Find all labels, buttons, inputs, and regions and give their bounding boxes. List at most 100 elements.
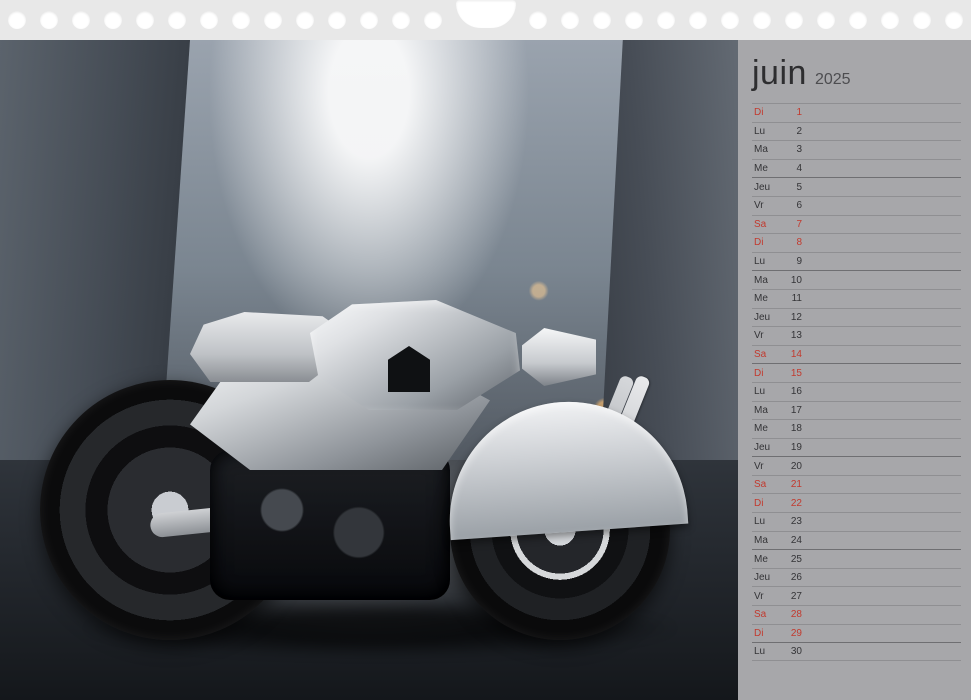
day-row: Vr 13 (752, 326, 961, 345)
day-row: Lu2 (752, 122, 961, 141)
day-number: 14 (784, 349, 802, 360)
weekday-abbrev: Lu (754, 126, 778, 137)
day-number: 13 (784, 330, 802, 341)
day-row: Ma17 (752, 401, 961, 420)
weekday-abbrev: Sa (754, 609, 778, 620)
day-list: Di1Lu2Ma3Me4Jeu5Vr6Sa7Di8Lu9Ma10Me11Jeu1… (752, 103, 961, 690)
binding-hole (529, 11, 547, 29)
day-number: 21 (784, 479, 802, 490)
binding-hole (8, 11, 26, 29)
weekday-abbrev: Me (754, 293, 778, 304)
binding-holes-right (486, 11, 964, 29)
day-number: 22 (784, 498, 802, 509)
binding-hole (168, 11, 186, 29)
weekday-abbrev: Lu (754, 516, 778, 527)
month-label: juin (752, 54, 807, 93)
day-number: 23 (784, 516, 802, 527)
day-number: 9 (784, 256, 802, 267)
day-number: 27 (784, 591, 802, 602)
day-row: Sa 14 (752, 345, 961, 364)
day-number: 28 (784, 609, 802, 620)
day-row: Ma 24 (752, 531, 961, 550)
binding-hole (392, 11, 410, 29)
weekday-abbrev: Vr (754, 591, 778, 602)
day-row: Lu 30 (752, 642, 961, 661)
binding-hole (40, 11, 58, 29)
day-row: Di 8 (752, 233, 961, 252)
day-row: Vr 27 (752, 586, 961, 605)
binding-hole (328, 11, 346, 29)
motorcycle (60, 300, 680, 640)
binding-hole (232, 11, 250, 29)
weekday-abbrev: Sa (754, 349, 778, 360)
binding-hole (72, 11, 90, 29)
binding-hole (200, 11, 218, 29)
weekday-abbrev: Ma (754, 405, 778, 416)
year-label: 2025 (815, 71, 851, 89)
day-row: Vr6 (752, 196, 961, 215)
day-number: 30 (784, 646, 802, 657)
day-number: 19 (784, 442, 802, 453)
day-row: Jeu 19 (752, 438, 961, 457)
weekday-abbrev: Di (754, 237, 778, 248)
weekday-abbrev: Vr (754, 330, 778, 341)
weekday-abbrev: Di (754, 107, 778, 118)
binding-hole (721, 11, 739, 29)
binding-hole (689, 11, 707, 29)
weekday-abbrev: Di (754, 628, 778, 639)
day-number: 29 (784, 628, 802, 639)
day-number: 24 (784, 535, 802, 546)
day-number: 7 (784, 219, 802, 230)
day-row: Lu 23 (752, 512, 961, 531)
day-number: 10 (784, 275, 802, 286)
weekday-abbrev: Lu (754, 256, 778, 267)
weekday-abbrev: Me (754, 423, 778, 434)
weekday-abbrev: Ma (754, 275, 778, 286)
day-row: Lu16 (752, 382, 961, 401)
binding-holes-left (8, 11, 486, 29)
binding-hole (625, 11, 643, 29)
binding-hole (753, 11, 771, 29)
day-row: Me11 (752, 289, 961, 308)
weekday-abbrev: Ma (754, 535, 778, 546)
content-row: juin 2025 Di1Lu2Ma3Me4Jeu5Vr6Sa7Di8Lu9Ma… (0, 40, 971, 700)
binding-hole (817, 11, 835, 29)
day-number: 18 (784, 423, 802, 434)
day-number: 20 (784, 461, 802, 472)
day-number: 3 (784, 144, 802, 155)
day-number: 1 (784, 107, 802, 118)
day-row: Di 29 (752, 624, 961, 643)
day-row: Ma 3 (752, 140, 961, 159)
weekday-abbrev: Ma (754, 144, 778, 155)
day-number: 12 (784, 312, 802, 323)
day-row: Vr20 (752, 456, 961, 475)
binding-hole (785, 11, 803, 29)
weekday-abbrev: Jeu (754, 312, 778, 323)
weekday-abbrev: Di (754, 368, 778, 379)
weekday-abbrev: Jeu (754, 442, 778, 453)
weekday-abbrev: Me (754, 163, 778, 174)
binding-hole (849, 11, 867, 29)
day-row: Jeu 12 (752, 308, 961, 327)
day-number: 4 (784, 163, 802, 174)
day-number: 8 (784, 237, 802, 248)
weekday-abbrev: Lu (754, 646, 778, 657)
day-row: Di 22 (752, 493, 961, 512)
binding-hole (104, 11, 122, 29)
day-row: Ma 10 (752, 270, 961, 289)
day-row: Sa7 (752, 215, 961, 234)
binding-hole (561, 11, 579, 29)
day-row: Me 18 (752, 419, 961, 438)
day-row: Di 15 (752, 363, 961, 382)
day-row: Me25 (752, 549, 961, 568)
day-number: 15 (784, 368, 802, 379)
engine-block (210, 450, 450, 600)
weekday-abbrev: Di (754, 498, 778, 509)
day-row: Lu 9 (752, 252, 961, 271)
month-header: juin 2025 (752, 54, 961, 93)
day-row: Jeu26 (752, 568, 961, 587)
binding-hole (424, 11, 442, 29)
weekday-abbrev: Vr (754, 200, 778, 211)
calendar-panel: juin 2025 Di1Lu2Ma3Me4Jeu5Vr6Sa7Di8Lu9Ma… (738, 40, 971, 700)
day-row: Sa21 (752, 475, 961, 494)
